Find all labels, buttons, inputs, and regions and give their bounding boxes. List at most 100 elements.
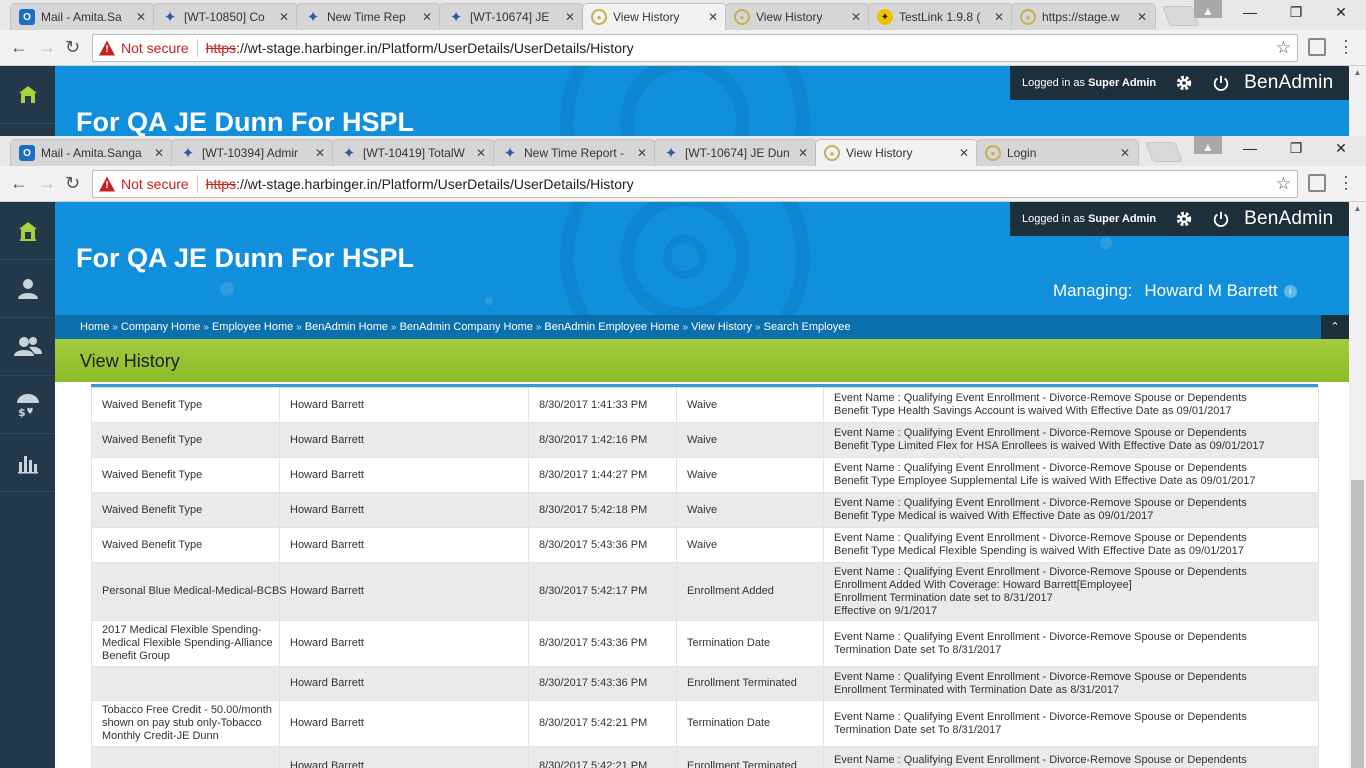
close-tab-icon[interactable]: ✕ [992, 10, 1006, 24]
breadcrumb-link[interactable]: View History [691, 321, 752, 333]
close-tab-icon[interactable]: ✕ [277, 10, 291, 24]
sidebar-item-employee[interactable] [0, 260, 55, 318]
breadcrumb-link[interactable]: BenAdmin Home [305, 321, 388, 333]
profile-icon[interactable]: ▲ [1194, 136, 1222, 154]
close-tab-icon[interactable]: ✕ [849, 10, 863, 24]
close-window-icon[interactable]: ✕ [1331, 140, 1351, 157]
browser-tab[interactable]: O Mail - Amita.Sa ✕ [10, 3, 155, 30]
restore-icon[interactable]: ❐ [1286, 4, 1306, 21]
close-tab-icon[interactable]: ✕ [635, 146, 649, 160]
restore-icon[interactable]: ❐ [1286, 140, 1306, 157]
close-tab-icon[interactable]: ✕ [1135, 10, 1149, 24]
cell-line: Benefit Group [102, 650, 170, 662]
address-bar[interactable]: ! Not secure https://wt-stage.harbinger.… [92, 170, 1298, 198]
browser-tab[interactable]: ✦ [WT-10674] JE Dun ✕ [654, 139, 817, 166]
close-tab-icon[interactable]: ✕ [420, 10, 434, 24]
globe-icon: ● [591, 9, 607, 25]
sidebar-item-benefits[interactable]: $ [0, 376, 55, 434]
power-icon[interactable] [1212, 210, 1230, 228]
browser-menu-icon[interactable]: · · · [1343, 167, 1349, 197]
tab-title: View History [613, 10, 680, 24]
profile-icon[interactable]: ▲ [1194, 0, 1222, 18]
info-icon[interactable]: i [1283, 285, 1297, 299]
managing-employee-name[interactable]: Howard M Barrett [1144, 281, 1277, 300]
page-scrollbar[interactable]: ▲ [1349, 202, 1366, 768]
close-tab-icon[interactable]: ✕ [152, 146, 166, 160]
back-icon[interactable]: ← [10, 37, 28, 58]
extension-icon[interactable] [1308, 38, 1326, 56]
back-icon[interactable]: ← [10, 173, 28, 194]
browser-tab[interactable]: ● View History ✕ [725, 3, 870, 30]
breadcrumb-link[interactable]: Company Home [121, 321, 200, 333]
close-tab-icon[interactable]: ✕ [957, 146, 971, 160]
sidebar-item-home[interactable] [0, 202, 55, 260]
breadcrumb-link[interactable]: BenAdmin Company Home [400, 321, 533, 333]
url-text[interactable]: https://wt-stage.harbinger.in/Platform/U… [206, 40, 634, 56]
cell-line: Waived Benefit Type [102, 538, 203, 551]
address-bar[interactable]: ! Not secure https://wt-stage.harbinger.… [92, 34, 1298, 62]
close-tab-icon[interactable]: ✕ [134, 10, 148, 24]
warning-icon: ! [99, 40, 115, 56]
new-tab-button[interactable] [1145, 142, 1183, 162]
table-row: Personal Blue Medical-Medical-BCBS Howard… [91, 562, 1319, 621]
sidebar-item-reports[interactable] [0, 434, 55, 492]
close-tab-icon[interactable]: ✕ [563, 10, 577, 24]
scroll-up-icon[interactable]: ▲ [1349, 68, 1366, 77]
browser-tab[interactable]: ✦ New Time Report - ✕ [493, 139, 656, 166]
browser-tab[interactable]: ✦ TestLink 1.9.8 (✕ [868, 3, 1013, 30]
browser-tab[interactable]: ✦ [WT-10394] Admir ✕ [171, 139, 334, 166]
reload-icon[interactable]: ↻ [65, 37, 80, 58]
cell-line: Waived Benefit Type [102, 433, 203, 446]
close-tab-icon[interactable]: ✕ [474, 146, 488, 160]
gear-icon[interactable] [1175, 74, 1193, 92]
breadcrumb-link[interactable]: BenAdmin Employee Home [544, 321, 679, 333]
minimize-icon[interactable]: — [1240, 140, 1260, 156]
table-row: 2017 Medical Flexible Spending- Medical F… [91, 620, 1319, 667]
close-tab-icon[interactable]: ✕ [706, 10, 720, 24]
breadcrumb-link[interactable]: Search Employee [764, 321, 851, 333]
scrollbar-thumb[interactable] [1351, 480, 1364, 768]
scrollbar-back[interactable]: ▲ [1349, 66, 1366, 136]
cell-modified-by: Howard Barrett [279, 620, 529, 667]
cell-date: 8/30/2017 1:44:27 PM [528, 457, 677, 493]
browser-tab[interactable]: ✦ [WT-10850] Co ✕ [153, 3, 298, 30]
browser-tab[interactable]: ● https://stage.w ✕ [1011, 3, 1156, 30]
tab-title: New Time Report - [524, 146, 625, 160]
reload-icon[interactable]: ↻ [65, 173, 80, 194]
cell-action: Waive [676, 527, 824, 563]
security-label[interactable]: Not secure [121, 176, 189, 192]
bookmark-star-icon[interactable]: ☆ [1276, 38, 1291, 58]
cell-date: 8/30/2017 5:43:36 PM [528, 527, 677, 563]
browser-tab[interactable]: ● View History ✕ [582, 3, 727, 30]
browser-tab[interactable]: ✦ [WT-10674] JE ✕ [439, 3, 584, 30]
close-tab-icon[interactable]: ✕ [1118, 146, 1132, 160]
breadcrumb-link[interactable]: Home [80, 321, 109, 333]
collapse-header-button[interactable]: ⌃ [1321, 315, 1349, 339]
browser-tab[interactable]: ✦ [WT-10419] TotalW ✕ [332, 139, 495, 166]
url-text[interactable]: https://wt-stage.harbinger.in/Platform/U… [206, 176, 634, 192]
sidebar-item-users[interactable] [0, 318, 55, 376]
extension-icon[interactable] [1308, 174, 1326, 192]
browser-tab[interactable]: ● View History ✕ [815, 139, 978, 166]
browser-menu-icon[interactable]: · · · [1343, 31, 1349, 61]
browser-tab[interactable]: O Mail - Amita.Sanga ✕ [10, 139, 173, 166]
power-icon[interactable] [1212, 74, 1230, 92]
sidebar-item-home-back[interactable] [0, 66, 55, 124]
cell-modified-by: Howard Barrett [279, 457, 529, 493]
browser-tab[interactable]: ● Login ✕ [976, 139, 1139, 166]
close-tab-icon[interactable]: ✕ [796, 146, 810, 160]
close-tab-icon[interactable]: ✕ [313, 146, 327, 160]
scroll-up-icon[interactable]: ▲ [1349, 204, 1366, 213]
close-window-icon[interactable]: ✕ [1331, 4, 1351, 21]
minimize-icon[interactable]: — [1240, 4, 1260, 20]
browser-tab[interactable]: ✦ New Time Rep ✕ [296, 3, 441, 30]
breadcrumb-link[interactable]: Employee Home [212, 321, 293, 333]
browser-window-back: O Mail - Amita.Sa ✕ ✦ [WT-10850] Co ✕ ✦ New Tim… [0, 0, 1366, 66]
tab-strip: O Mail - Amita.Sanga ✕ ✦ [WT-10394] Admir ✕ ✦ [… [0, 136, 1366, 166]
cell-action: Enrollment Added [676, 562, 824, 621]
browser-window-front: O Mail - Amita.Sanga ✕ ✦ [WT-10394] Admir ✕ ✦ [… [0, 136, 1366, 202]
cell-action: Termination Date [676, 700, 824, 747]
gear-icon[interactable] [1175, 210, 1193, 228]
bookmark-star-icon[interactable]: ☆ [1276, 174, 1291, 194]
security-label[interactable]: Not secure [121, 40, 189, 56]
